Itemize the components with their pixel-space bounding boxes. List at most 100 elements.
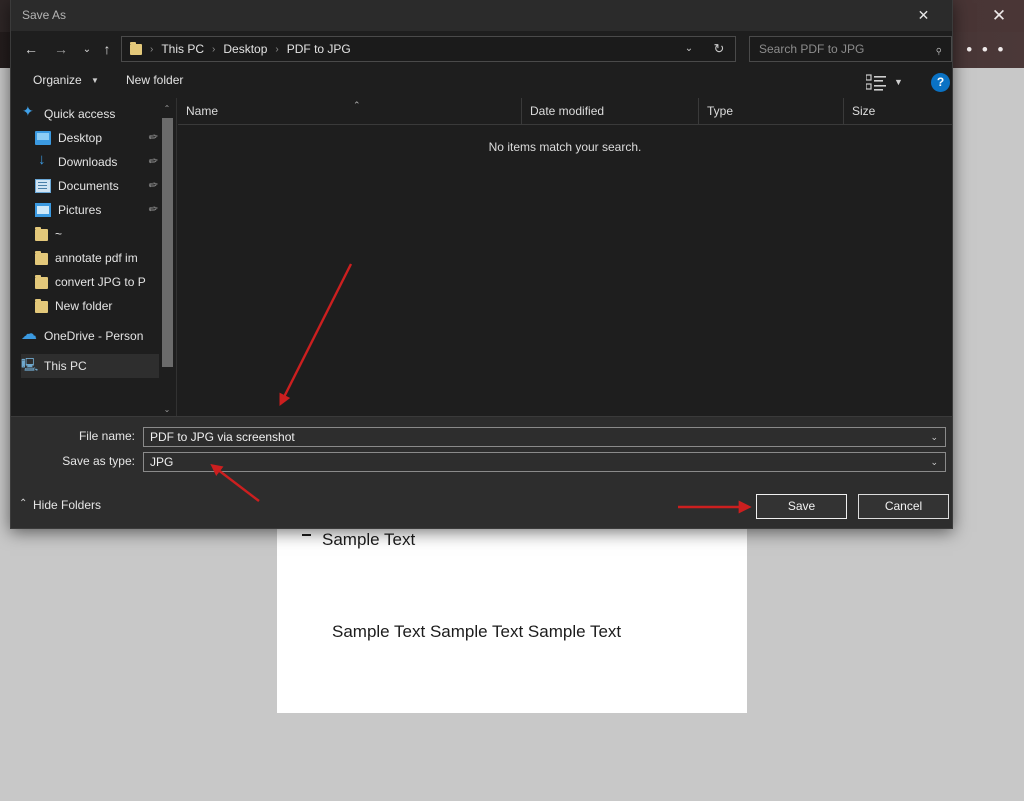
- sidebar-item-tilde[interactable]: ~: [21, 222, 159, 246]
- sidebar-item-label: This PC: [44, 359, 87, 373]
- sort-ascending-icon: ⌃: [353, 100, 361, 110]
- breadcrumb-separator: ›: [275, 43, 279, 55]
- more-options-icon[interactable]: • • •: [966, 40, 1006, 60]
- navigation-bar: ← → ⌄ ↑ › This PC › Desktop › PDF to JPG…: [11, 31, 952, 68]
- breadcrumb-separator: ›: [212, 43, 216, 55]
- address-bar[interactable]: › This PC › Desktop › PDF to JPG: [121, 36, 736, 62]
- dialog-body: Quick access Desktop ✐ Downloads ✐ Docum…: [11, 98, 952, 416]
- breadcrumb-desktop[interactable]: Desktop: [223, 42, 267, 56]
- column-header-date-modified[interactable]: Date modified: [521, 98, 698, 125]
- sidebar-item-downloads[interactable]: Downloads ✐: [21, 150, 159, 174]
- folder-icon: [130, 41, 142, 55]
- pin-icon[interactable]: ✐: [145, 178, 159, 193]
- breadcrumb-separator: ›: [150, 43, 154, 55]
- sidebar-item-pictures[interactable]: Pictures ✐: [21, 198, 159, 222]
- sidebar-item-annotate-pdf[interactable]: annotate pdf im: [21, 246, 159, 270]
- organize-button[interactable]: Organize: [33, 73, 82, 87]
- pin-icon[interactable]: ✐: [145, 154, 159, 169]
- address-dropdown-icon[interactable]: ⌄: [676, 36, 702, 62]
- file-list-pane[interactable]: Name ⌃ Date modified Type Size No items …: [178, 98, 952, 416]
- column-header-size[interactable]: Size: [843, 98, 948, 125]
- back-icon[interactable]: ←: [19, 38, 43, 61]
- save-as-type-select[interactable]: JPG ⌄: [143, 452, 946, 472]
- document-bullet-icon: [302, 534, 311, 536]
- save-button[interactable]: Save: [756, 494, 847, 519]
- sidebar-item-label: Pictures: [58, 203, 102, 217]
- chevron-up-icon[interactable]: ⌃: [19, 498, 27, 509]
- pin-icon[interactable]: ✐: [145, 202, 159, 217]
- refresh-icon[interactable]: ↻: [706, 36, 732, 62]
- background-close-icon[interactable]: ✕: [988, 5, 1010, 27]
- document-sheet: Sample Text Sample Text Sample Text Samp…: [277, 526, 747, 713]
- hide-folders-button[interactable]: Hide Folders: [33, 498, 101, 512]
- column-header-type[interactable]: Type: [698, 98, 843, 125]
- new-folder-button[interactable]: New folder: [126, 73, 183, 87]
- save-form: File name: PDF to JPG via screenshot ⌄ S…: [11, 417, 952, 482]
- sidebar-divider: [176, 98, 177, 416]
- sidebar-item-label: annotate pdf im: [55, 251, 138, 265]
- star-icon: [21, 103, 37, 121]
- column-header-row: Name ⌃ Date modified Type Size: [178, 98, 952, 125]
- documents-icon: [35, 179, 51, 193]
- download-icon: [35, 151, 51, 169]
- desktop-icon: [35, 131, 51, 145]
- save-as-type-value: JPG: [150, 455, 174, 469]
- search-placeholder: Search PDF to JPG: [759, 42, 865, 56]
- empty-list-message: No items match your search.: [488, 140, 642, 154]
- chevron-down-icon[interactable]: ▼: [894, 77, 903, 87]
- scroll-down-icon[interactable]: ⌄: [161, 403, 173, 416]
- document-main-line: Sample Text Sample Text Sample Text: [332, 622, 622, 641]
- sidebar-item-this-pc[interactable]: This PC: [21, 354, 159, 378]
- sidebar-item-label: convert JPG to P: [55, 275, 146, 289]
- sidebar-item-convert-jpg[interactable]: convert JPG to P: [21, 270, 159, 294]
- sidebar-item-label: Quick access: [44, 107, 116, 121]
- folder-icon: [35, 299, 48, 313]
- scroll-up-icon[interactable]: ⌃: [161, 102, 173, 115]
- scrollbar-thumb[interactable]: [162, 118, 173, 367]
- folder-icon: [35, 275, 48, 289]
- sidebar-item-onedrive[interactable]: OneDrive - Person: [21, 324, 159, 348]
- chevron-down-icon[interactable]: ▼: [91, 76, 99, 85]
- document-clipped-line: Sample Text: [322, 530, 416, 549]
- sidebar-item-label: Desktop: [58, 131, 103, 145]
- sidebar-scrollbar[interactable]: ⌃ ⌄: [161, 102, 173, 416]
- save-as-dialog: Save As ✕ ← → ⌄ ↑ › This PC › Desktop › …: [10, 0, 953, 529]
- dialog-close-icon[interactable]: ✕: [901, 0, 946, 31]
- command-bar: Organize ▼ New folder ▼ ?: [11, 68, 952, 98]
- search-icon[interactable]: ⌕: [930, 42, 946, 58]
- pc-icon: [21, 356, 38, 378]
- sidebar-item-label: OneDrive - Person: [44, 329, 144, 343]
- breadcrumb-pdf-to-jpg[interactable]: PDF to JPG: [287, 42, 351, 56]
- search-box[interactable]: Search PDF to JPG ⌕: [749, 36, 952, 62]
- dialog-footer: ⌃ Hide Folders Save Cancel: [11, 482, 952, 528]
- navigation-sidebar[interactable]: Quick access Desktop ✐ Downloads ✐ Docum…: [21, 102, 159, 416]
- sidebar-item-label: ~: [55, 227, 63, 241]
- sidebar-item-quick-access[interactable]: Quick access: [21, 102, 159, 126]
- save-as-type-label: Save as type:: [62, 454, 135, 468]
- up-one-level-icon[interactable]: ↑: [95, 38, 119, 61]
- chevron-down-icon[interactable]: ⌄: [930, 457, 938, 468]
- cancel-button[interactable]: Cancel: [858, 494, 949, 519]
- dialog-title-bar: Save As ✕: [11, 0, 952, 31]
- sidebar-item-documents[interactable]: Documents ✐: [21, 174, 159, 198]
- chevron-down-icon[interactable]: ⌄: [930, 432, 938, 443]
- breadcrumb-this-pc[interactable]: This PC: [161, 42, 204, 56]
- help-button[interactable]: ?: [931, 73, 950, 92]
- sidebar-item-label: Documents: [58, 179, 119, 193]
- file-name-value: PDF to JPG via screenshot: [150, 430, 295, 444]
- file-name-label: File name:: [78, 429, 135, 443]
- sidebar-item-desktop[interactable]: Desktop ✐: [21, 126, 159, 150]
- forward-icon[interactable]: →: [49, 38, 73, 61]
- file-name-input[interactable]: PDF to JPG via screenshot ⌄: [143, 427, 946, 447]
- column-header-name[interactable]: Name: [178, 98, 521, 125]
- pin-icon[interactable]: ✐: [145, 130, 159, 145]
- sidebar-item-new-folder[interactable]: New folder: [21, 294, 159, 318]
- sidebar-item-label: Downloads: [58, 155, 118, 169]
- sidebar-item-label: New folder: [55, 299, 113, 313]
- dialog-title: Save As: [22, 8, 67, 22]
- folder-icon: [35, 251, 48, 265]
- view-layout-icon[interactable]: [866, 74, 888, 92]
- folder-icon: [35, 227, 48, 241]
- cloud-icon: [21, 324, 37, 344]
- pictures-icon: [35, 203, 51, 217]
